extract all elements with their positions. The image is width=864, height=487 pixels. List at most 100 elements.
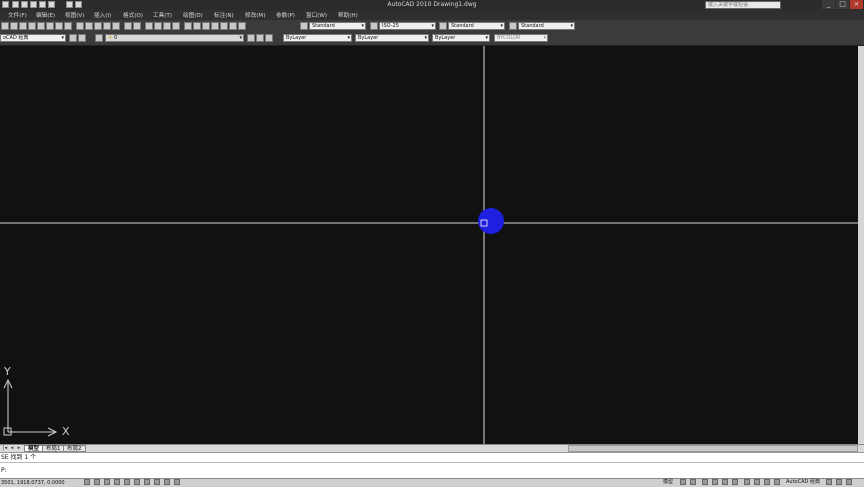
tool-palettes-icon[interactable] xyxy=(202,22,210,30)
open-file-icon[interactable] xyxy=(10,22,18,30)
menu-help[interactable]: 帮助(H) xyxy=(338,11,358,19)
color-dropdown[interactable]: ByLayer ▾ xyxy=(283,34,352,42)
search-input[interactable] xyxy=(705,1,781,9)
etransmit-icon[interactable] xyxy=(64,22,72,30)
text-style-dropdown[interactable]: Standard ▾ xyxy=(309,22,366,30)
zoom-window-icon[interactable] xyxy=(163,22,171,30)
pan-icon[interactable] xyxy=(145,22,153,30)
plotstyle-dropdown[interactable]: BYCOLOR ▾ xyxy=(494,34,548,42)
annotation-visibility-icon[interactable] xyxy=(754,479,760,485)
menu-format[interactable]: 格式(O) xyxy=(123,11,143,19)
layer-dropdown[interactable]: ☀ 0 ▾ xyxy=(105,34,244,42)
first-tab-icon[interactable]: |◂ xyxy=(2,445,8,452)
osnap-toggle-icon[interactable] xyxy=(124,479,130,485)
layer-properties-icon[interactable] xyxy=(95,34,103,42)
minimize-button[interactable]: _ xyxy=(822,0,835,9)
make-current-layer-icon[interactable] xyxy=(247,34,255,42)
table-style-dropdown[interactable]: Standard ▾ xyxy=(448,22,505,30)
drawing-area[interactable]: Y X xyxy=(0,46,858,444)
copy-icon[interactable] xyxy=(85,22,93,30)
workspace-settings-icon[interactable] xyxy=(69,34,77,42)
menu-insert[interactable]: 插入(I) xyxy=(94,11,111,19)
mleader-style-dropdown[interactable]: Standard ▾ xyxy=(518,22,575,30)
save-file-icon[interactable] xyxy=(19,22,27,30)
zoom-realtime-icon[interactable] xyxy=(154,22,162,30)
zoom-previous-icon[interactable] xyxy=(172,22,180,30)
ortho-toggle-icon[interactable] xyxy=(104,479,110,485)
layer-previous-icon[interactable] xyxy=(256,34,264,42)
tab-layout2[interactable]: 布局2 xyxy=(63,445,86,452)
menu-parametric[interactable]: 参数(P) xyxy=(276,11,295,19)
menu-tools[interactable]: 工具(T) xyxy=(153,11,172,19)
customize-icon[interactable] xyxy=(78,34,86,42)
dyn-toggle-icon[interactable] xyxy=(154,479,160,485)
table-style-icon[interactable] xyxy=(439,22,447,30)
menu-window[interactable]: 窗口(W) xyxy=(306,11,327,19)
snap-toggle-icon[interactable] xyxy=(84,479,90,485)
redo-tool-icon[interactable] xyxy=(133,22,141,30)
tab-layout1[interactable]: 布局1 xyxy=(42,445,65,452)
tab-model[interactable]: 模型 xyxy=(24,445,44,452)
help-icon[interactable] xyxy=(238,22,246,30)
publish-icon[interactable] xyxy=(46,22,54,30)
undo-tool-icon[interactable] xyxy=(124,22,132,30)
block-editor-icon[interactable] xyxy=(112,22,120,30)
qnew-icon[interactable] xyxy=(1,22,9,30)
layer-state-icon[interactable] xyxy=(265,34,273,42)
chevron-down-icon: ▾ xyxy=(543,35,546,41)
next-tab-icon[interactable]: ▸ xyxy=(16,445,22,452)
dim-style-dropdown[interactable]: ISO-25 ▾ xyxy=(379,22,436,30)
color-value: ByLayer xyxy=(286,35,307,41)
match-properties-icon[interactable] xyxy=(103,22,111,30)
quick-view-layouts-icon[interactable] xyxy=(680,479,686,485)
pan-status-icon[interactable] xyxy=(702,479,708,485)
print-icon[interactable] xyxy=(28,22,36,30)
dim-style-icon[interactable] xyxy=(370,22,378,30)
quickcalc-icon[interactable] xyxy=(229,22,237,30)
menu-edit[interactable]: 编辑(E) xyxy=(36,11,55,19)
annotation-scale-icon[interactable] xyxy=(744,479,750,485)
print-preview-icon[interactable] xyxy=(37,22,45,30)
lineweight-dropdown[interactable]: ByLayer ▾ xyxy=(432,34,490,42)
paste-icon[interactable] xyxy=(94,22,102,30)
menu-modify[interactable]: 修改(M) xyxy=(245,11,265,19)
zoom-status-icon[interactable] xyxy=(712,479,718,485)
cut-icon[interactable] xyxy=(76,22,84,30)
model-space-label[interactable]: 模型 xyxy=(663,478,673,486)
vertical-scrollbar[interactable] xyxy=(858,46,864,444)
3d-dwf-icon[interactable] xyxy=(55,22,63,30)
steering-wheel-icon[interactable] xyxy=(722,479,728,485)
qp-toggle-icon[interactable] xyxy=(174,479,180,485)
workspace-switch-icon[interactable] xyxy=(774,479,780,485)
polar-toggle-icon[interactable] xyxy=(114,479,120,485)
menu-view[interactable]: 视图(V) xyxy=(65,11,84,19)
design-center-icon[interactable] xyxy=(193,22,201,30)
workspace-dropdown[interactable]: oCAD 经典 ▾ xyxy=(0,34,66,42)
command-input[interactable]: P: xyxy=(0,462,864,478)
sheet-set-icon[interactable] xyxy=(211,22,219,30)
linetype-dropdown[interactable]: ByLayer ▾ xyxy=(355,34,429,42)
workspace-status-label[interactable]: AutoCAD 经典 xyxy=(786,478,820,486)
mleader-style-icon[interactable] xyxy=(509,22,517,30)
menu-file[interactable]: 文件(F) xyxy=(8,11,27,19)
text-style-icon[interactable] xyxy=(300,22,308,30)
clean-screen-icon[interactable] xyxy=(846,479,852,485)
grid-toggle-icon[interactable] xyxy=(94,479,100,485)
lwt-toggle-icon[interactable] xyxy=(164,479,170,485)
isolate-objects-icon[interactable] xyxy=(836,479,842,485)
menu-dimension[interactable]: 标注(N) xyxy=(214,11,234,19)
ducs-toggle-icon[interactable] xyxy=(144,479,150,485)
markup-icon[interactable] xyxy=(220,22,228,30)
showmotion-icon[interactable] xyxy=(732,479,738,485)
plotstyle-value: BYCOLOR xyxy=(497,35,521,41)
otrack-toggle-icon[interactable] xyxy=(134,479,140,485)
quick-view-drawings-icon[interactable] xyxy=(690,479,696,485)
lock-icon[interactable] xyxy=(826,479,832,485)
auto-scale-icon[interactable] xyxy=(764,479,770,485)
maximize-button[interactable]: □ xyxy=(836,0,849,9)
prev-tab-icon[interactable]: ◂ xyxy=(9,445,15,452)
menu-draw[interactable]: 绘图(D) xyxy=(183,11,203,19)
close-button[interactable]: × xyxy=(850,0,863,9)
properties-icon[interactable] xyxy=(184,22,192,30)
horizontal-scrollbar[interactable] xyxy=(568,445,858,452)
